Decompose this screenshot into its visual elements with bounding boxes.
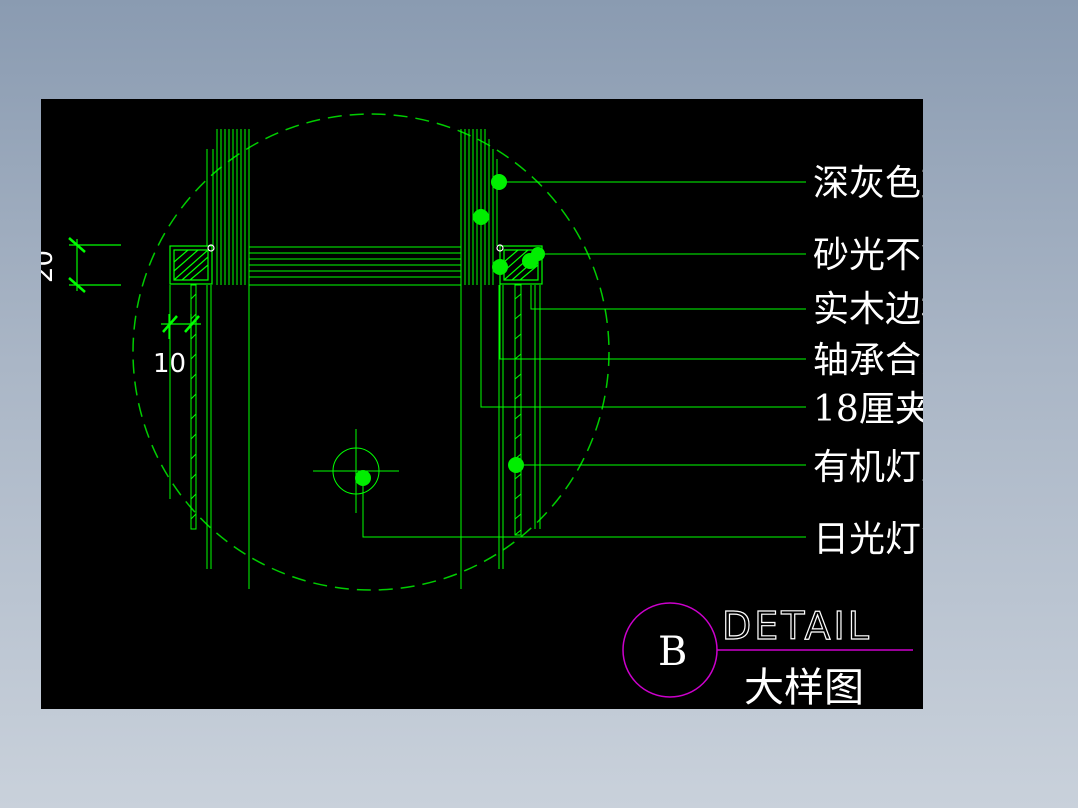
label-18mm-plywood: 18厘夹板 — [813, 389, 923, 430]
label-bearing-hinge: 轴承合页 — [813, 340, 923, 381]
label-fluorescent-tube: 日光灯管 — [813, 519, 923, 560]
right-upper-panel — [460, 129, 498, 285]
label-sanded-stainless-steel-plate: 砂光不锈钢板 — [813, 235, 923, 276]
detail-marker-letter: B — [658, 629, 687, 675]
dimension-height — [68, 237, 121, 293]
leader-dot — [492, 259, 508, 275]
left-upper-panel — [206, 129, 250, 285]
title-block: B DETAIL 大样图 — [622, 602, 913, 709]
dimension-width-value: 10 — [153, 349, 186, 379]
left-frame-block — [169, 244, 215, 285]
annotation-labels: 深灰色塑铝板 砂光不锈钢板 实木边框 轴承合页 18厘夹板 有机灯片 日光灯管 — [813, 163, 923, 560]
right-acrylic-strip — [514, 284, 522, 536]
leader-dot — [508, 457, 524, 473]
detail-boundary-circle — [132, 113, 610, 591]
leader-dot — [473, 209, 489, 225]
leader-dot — [531, 247, 545, 261]
center-top-panel — [248, 246, 462, 286]
label-dark-grey-aluminum-plastic-panel: 深灰色塑铝板 — [813, 163, 923, 204]
leader-lines — [362, 181, 806, 538]
detail-subtitle: 大样图 — [744, 665, 864, 709]
cad-viewport[interactable]: 深灰色塑铝板 砂光不锈钢板 实木边框 轴承合页 18厘夹板 有机灯片 日光灯管 … — [41, 99, 923, 709]
detail-heading: DETAIL — [722, 604, 872, 648]
dimension-height-value: 20 — [41, 250, 59, 283]
detail-drawing: 深灰色塑铝板 砂光不锈钢板 实木边框 轴承合页 18厘夹板 有机灯片 日光灯管 … — [41, 113, 923, 709]
leader-dots — [355, 174, 545, 486]
box-body-lines — [169, 285, 541, 589]
label-acrylic-light-sheet: 有机灯片 — [813, 447, 923, 488]
leader-dot — [491, 174, 507, 190]
leader-dot — [355, 470, 371, 486]
label-solid-wood-frame: 实木边框 — [813, 289, 923, 330]
fluorescent-tube-symbol — [313, 429, 399, 513]
